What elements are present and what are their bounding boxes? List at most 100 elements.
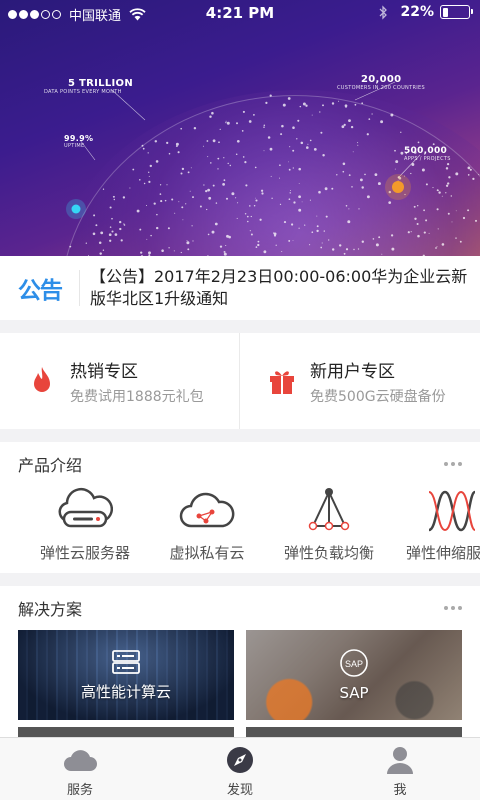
hero-dot (180, 172, 183, 175)
hero-dot (267, 136, 271, 139)
product-name: 弹性云服务器 (39, 544, 130, 562)
hero-dot (400, 151, 404, 155)
hero-dot (400, 131, 402, 133)
hero-dot (98, 241, 102, 245)
hero-dot (342, 162, 346, 166)
promo-card-new-user[interactable]: 新用户专区 免费500G云硬盘备份 (240, 333, 480, 429)
hero-dot (394, 149, 396, 152)
hero-banner[interactable]: 5 TRILLION DATA POINTS EVERY MONTH 20,00… (0, 0, 480, 256)
status-bar: 中国联通 4:21 PM 22% (0, 0, 480, 28)
hero-dot (288, 198, 291, 201)
hero-dot (192, 196, 194, 199)
hero-dot (166, 184, 168, 186)
hero-dot (292, 167, 294, 169)
tab-me[interactable]: 我 (320, 738, 480, 800)
hero-dot (305, 104, 308, 107)
more-icon[interactable] (444, 606, 462, 610)
hero-dot (336, 174, 338, 176)
hero-dot (395, 160, 399, 164)
promo-card-hot-sale[interactable]: 热销专区 免费试用1888元礼包 (0, 333, 240, 429)
hero-dot (388, 201, 392, 204)
hero-dot (436, 246, 438, 248)
hero-dot (364, 173, 366, 176)
hero-dot (345, 248, 349, 251)
solutions-section: 解决方案 高性能计算云 SAP SAP (0, 586, 480, 737)
hero-dot (175, 142, 179, 146)
tab-label: 发现 (226, 783, 253, 798)
hero-dot (368, 118, 371, 120)
section-header: 产品介绍 (0, 442, 480, 486)
hero-dot (190, 167, 192, 169)
hero-dot (289, 192, 291, 194)
product-item-private-cloud[interactable]: 虚拟私有云 (146, 486, 268, 563)
hero-dot (359, 178, 363, 182)
hero-dot (322, 104, 324, 107)
hero-dot (185, 203, 187, 205)
product-item-cloud-server[interactable]: 弹性云服务器 (24, 486, 146, 563)
hero-dot (331, 102, 335, 105)
hero-dot (413, 205, 416, 208)
hero-dot (102, 188, 105, 190)
hero-stat: 5 TRILLION DATA POINTS EVERY MONTH (44, 78, 134, 95)
svg-text:SAP: SAP (345, 659, 363, 669)
hero-dot (298, 227, 300, 229)
hero-dot (166, 141, 169, 145)
hero-dot (455, 237, 457, 239)
hero-dot (257, 240, 260, 243)
product-item-auto-scaling[interactable]: 弹性伸缩服务 (390, 486, 480, 563)
hero-stat: 99.9% UPTIME (64, 134, 94, 149)
hero-dot (202, 145, 204, 147)
hero-dot (318, 190, 321, 194)
hero-dot (114, 233, 118, 236)
hero-dot (120, 239, 123, 242)
hero-dot (93, 214, 96, 217)
hero-dot (269, 94, 272, 97)
hero-dot (186, 240, 188, 242)
hero-dot (270, 175, 272, 177)
hero-dot (417, 205, 419, 207)
hero-dot (322, 154, 325, 157)
hero-dot (168, 152, 171, 155)
hero-dot (320, 246, 323, 249)
hero-dot (451, 221, 453, 223)
tab-discover[interactable]: 发现 (160, 738, 320, 800)
hero-dot (207, 156, 209, 158)
hero-dot (298, 167, 301, 171)
hero-dot (173, 250, 175, 252)
more-icon[interactable] (444, 462, 462, 466)
hero-dot (345, 205, 348, 207)
solution-card-sap[interactable]: SAP SAP (246, 630, 462, 720)
section-title: 解决方案 (18, 600, 83, 619)
hero-dot (223, 179, 226, 182)
flame-icon (34, 367, 50, 392)
hero-dot (141, 144, 144, 147)
hero-dot (177, 151, 180, 154)
announcement-text[interactable]: 【公告】2017年2月23日00:00-06:00华为企业云新版华北区1升级通知 (90, 266, 470, 310)
hero-dot (438, 191, 441, 194)
tab-services[interactable]: 服务 (0, 738, 160, 800)
hero-dot (226, 234, 229, 238)
hero-dot (224, 252, 227, 255)
hero-dot (437, 190, 439, 192)
hero-dot (100, 231, 104, 235)
hero-dot (247, 220, 249, 223)
solution-card-hpc[interactable]: 高性能计算云 (18, 630, 234, 720)
hero-dot (467, 209, 470, 212)
sap-icon: SAP (340, 649, 368, 677)
hero-dot (153, 202, 156, 205)
hero-dot (223, 157, 225, 159)
hero-dot (161, 249, 164, 252)
hero-dot (445, 167, 449, 170)
hero-dot (225, 197, 229, 200)
hero-dot (189, 190, 191, 192)
hero-dot (350, 125, 354, 129)
announcement-bar[interactable]: 公告 【公告】2017年2月23日00:00-06:00华为企业云新版华北区1升… (0, 256, 480, 320)
hero-dot (269, 147, 273, 151)
promo-subtitle: 免费试用1888元礼包 (70, 388, 204, 405)
product-list[interactable]: 弹性云服务器 虚拟私有云 弹性负载均衡 弹性伸缩服 (0, 486, 480, 563)
hero-dot (366, 195, 370, 199)
product-item-load-balancer[interactable]: 弹性负载均衡 (268, 486, 390, 563)
compass-icon (227, 747, 253, 773)
hero-dot (290, 190, 291, 191)
hero-dot (203, 184, 205, 186)
